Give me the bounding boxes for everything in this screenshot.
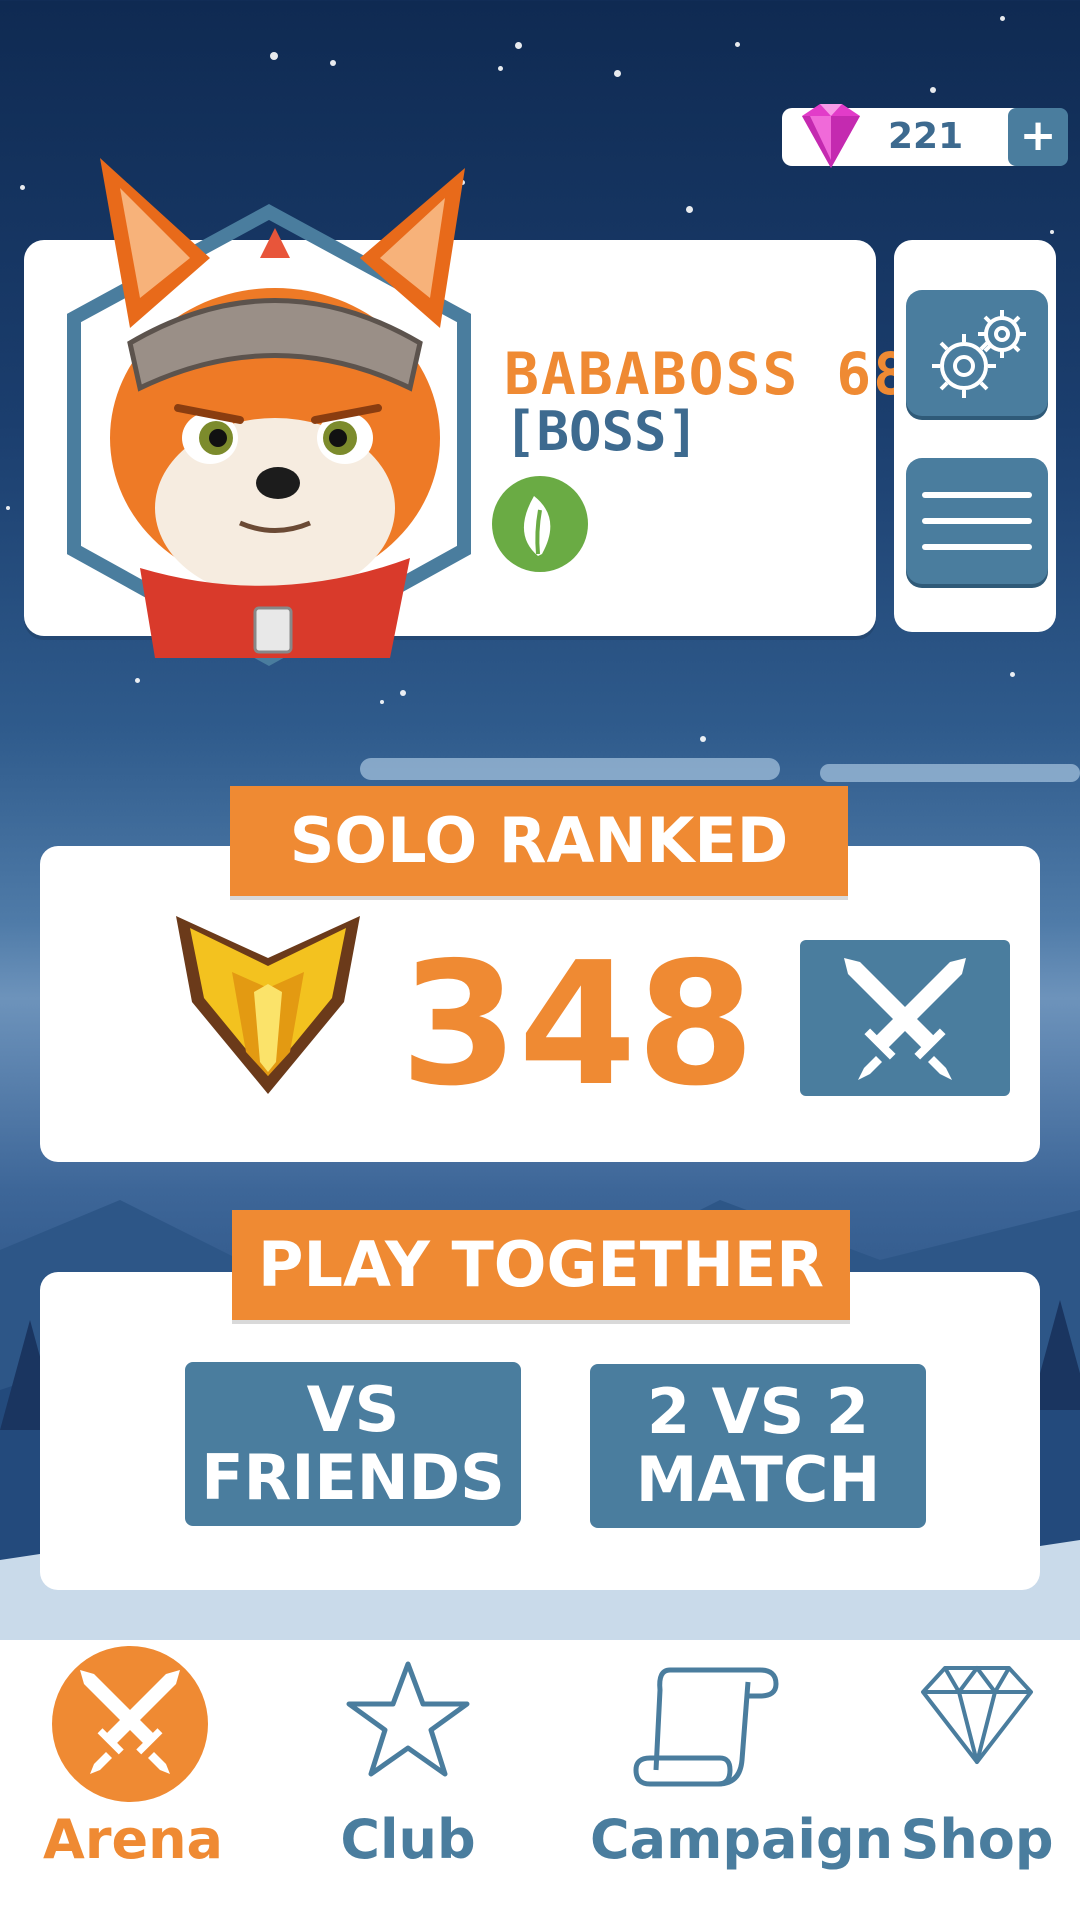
solo-ranked-title: SOLO RANKED [230, 786, 848, 896]
player-name: BABABOSS 68 [504, 340, 911, 408]
settings-button[interactable] [906, 290, 1048, 416]
play-ranked-button[interactable] [800, 940, 1010, 1096]
vs-friends-button[interactable]: VS FRIENDS [185, 1362, 521, 1526]
nav-label-arena: Arena [43, 1808, 223, 1871]
nav-item-club[interactable]: Club [293, 1640, 523, 1920]
rank-emblem-icon [176, 916, 360, 1094]
play-together-title: PLAY TOGETHER [232, 1210, 850, 1320]
add-gems-button[interactable]: + [1008, 108, 1068, 166]
nav-label-campaign: Campaign [590, 1808, 894, 1871]
leaf-badge-icon [492, 476, 588, 572]
gem-icon [802, 104, 860, 168]
crossed-swords-icon [80, 1670, 180, 1774]
player-tag: [BOSS] [504, 400, 700, 463]
star-icon [346, 1661, 470, 1777]
arena-icon-bg [52, 1646, 208, 1802]
menu-button[interactable] [906, 458, 1048, 584]
nav-label-club: Club [340, 1808, 476, 1871]
gem-count: 221 [888, 116, 964, 157]
vs-friends-label-line1: VS [306, 1373, 400, 1446]
nav-item-arena[interactable]: Arena [18, 1640, 248, 1920]
crossed-swords-icon [844, 958, 966, 1080]
nav-label-shop: Shop [900, 1808, 1054, 1871]
bottom-nav: Arena Club Campaign Shop [0, 1640, 1080, 1920]
two-vs-two-label-line1: 2 VS 2 [646, 1375, 870, 1448]
background-cloud [360, 758, 780, 780]
nav-item-shop[interactable]: Shop [862, 1640, 1080, 1920]
avatar[interactable] [60, 138, 480, 658]
two-vs-two-button[interactable]: 2 VS 2 MATCH [590, 1364, 926, 1528]
gear-icon [932, 310, 1026, 398]
scroll-icon [633, 1667, 779, 1787]
vs-friends-label-line2: FRIENDS [201, 1441, 505, 1514]
background-cloud [820, 764, 1080, 782]
rank-score: 348 [400, 926, 755, 1124]
diamond-icon [921, 1666, 1033, 1764]
nav-item-campaign[interactable]: Campaign [590, 1640, 894, 1920]
two-vs-two-label-line2: MATCH [635, 1443, 881, 1516]
